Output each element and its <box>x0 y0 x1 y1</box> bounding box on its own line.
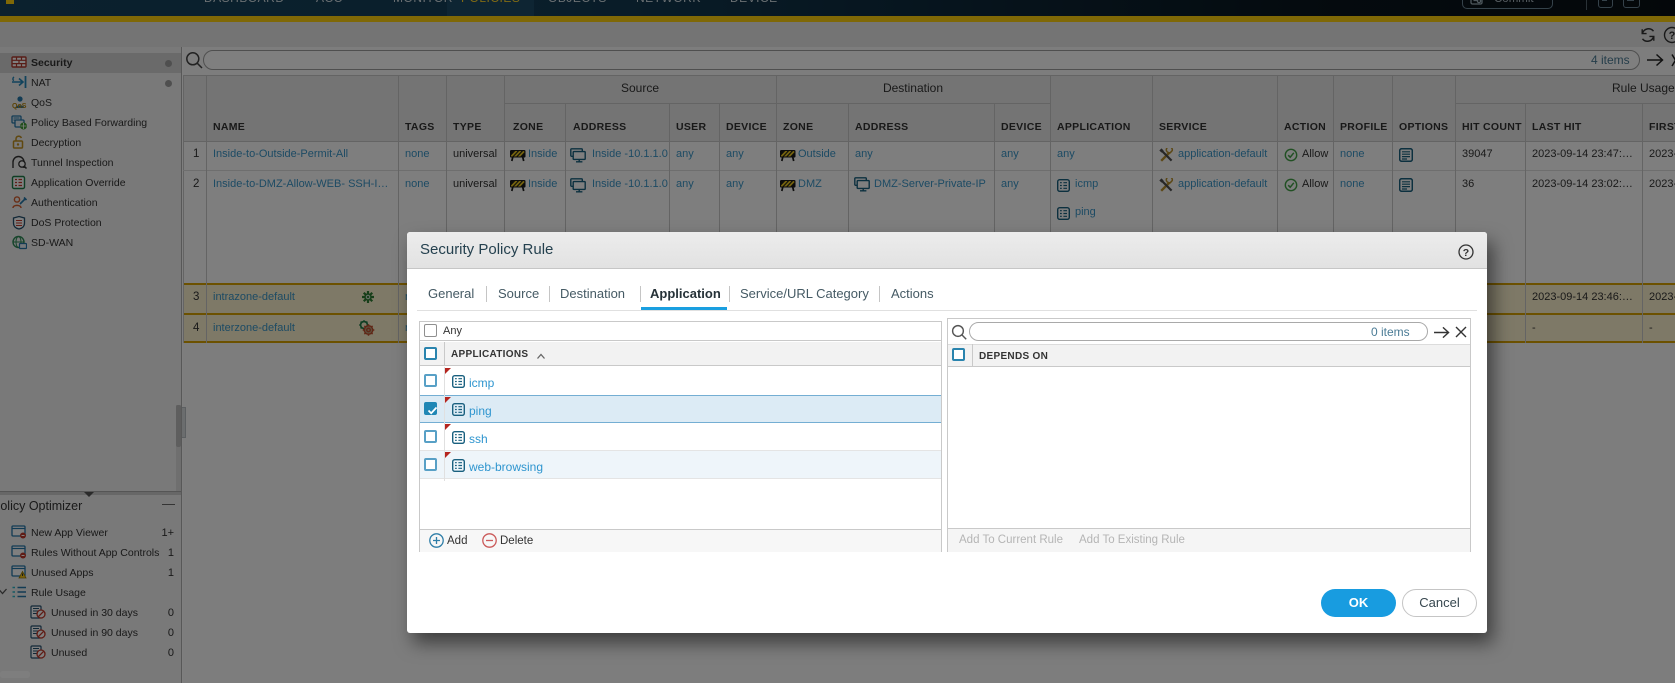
svg-text:?: ? <box>1463 247 1469 259</box>
